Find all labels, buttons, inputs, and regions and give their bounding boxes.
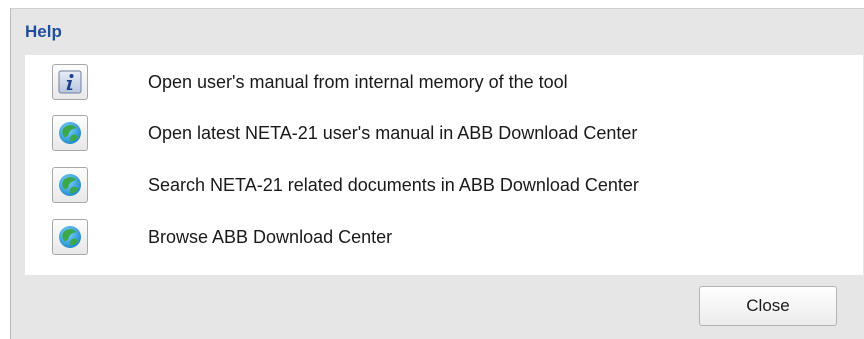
- internal-manual-button[interactable]: [52, 64, 88, 100]
- browse-download-center-link[interactable]: Browse ABB Download Center: [148, 227, 392, 248]
- latest-manual-link[interactable]: Open latest NETA-21 user's manual in ABB…: [148, 123, 637, 144]
- help-item-browse-download-center: Browse ABB Download Center: [52, 218, 392, 256]
- globe-icon: [59, 174, 81, 196]
- globe-icon: [59, 122, 81, 144]
- help-links-panel: Open user's manual from internal memory …: [25, 55, 863, 275]
- dialog-title: Help: [25, 22, 62, 41]
- dialog-title-bar: Help: [11, 9, 864, 55]
- help-item-latest-manual: Open latest NETA-21 user's manual in ABB…: [52, 114, 637, 152]
- globe-icon: [59, 226, 81, 248]
- browse-download-center-button[interactable]: [52, 219, 88, 255]
- info-icon: [58, 70, 82, 94]
- latest-manual-button[interactable]: [52, 115, 88, 151]
- close-button[interactable]: Close: [699, 286, 837, 326]
- help-item-internal-manual: Open user's manual from internal memory …: [52, 63, 568, 101]
- internal-manual-link[interactable]: Open user's manual from internal memory …: [148, 72, 568, 93]
- search-documents-button[interactable]: [52, 167, 88, 203]
- help-item-search-documents: Search NETA-21 related documents in ABB …: [52, 166, 639, 204]
- help-dialog: Help Open user's manual from internal me…: [10, 8, 864, 339]
- search-documents-link[interactable]: Search NETA-21 related documents in ABB …: [148, 175, 639, 196]
